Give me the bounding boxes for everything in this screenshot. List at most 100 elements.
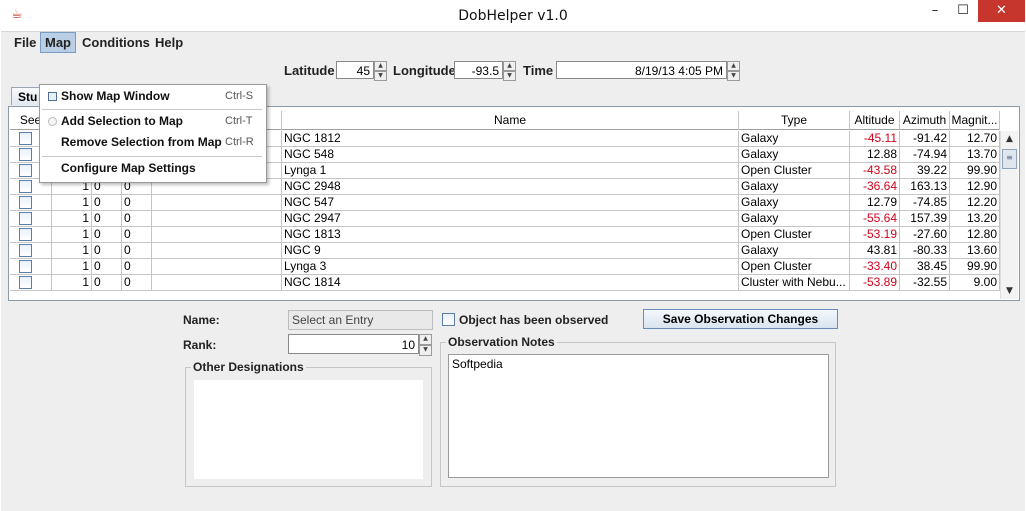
seen-checkbox[interactable] bbox=[19, 164, 32, 177]
cell-c1: 1 bbox=[52, 211, 92, 227]
cell-type: Cluster with Nebu... bbox=[739, 275, 850, 291]
observation-notes-group: Observation Notes Softpedia bbox=[440, 335, 836, 487]
cell-name: NGC 1813 bbox=[282, 227, 739, 243]
cell-c3: 0 bbox=[122, 259, 152, 275]
rank-input[interactable]: 10 bbox=[288, 334, 419, 354]
spin-down-icon[interactable]: ▼ bbox=[727, 71, 740, 81]
cell-type: Galaxy bbox=[739, 243, 850, 259]
menu-item-configure-map-settings[interactable]: Configure Map Settings bbox=[40, 158, 264, 180]
menu-separator bbox=[42, 156, 262, 157]
longitude-input[interactable]: -93.5 bbox=[454, 61, 503, 79]
menu-item-add-selection[interactable]: Add Selection to Map Ctrl-T bbox=[40, 111, 264, 133]
seen-checkbox[interactable] bbox=[19, 228, 32, 241]
cell-azimuth: -32.55 bbox=[900, 275, 950, 291]
cell-altitude: -43.58 bbox=[850, 163, 900, 179]
latitude-input[interactable]: 45 bbox=[336, 61, 374, 79]
cell-type: Galaxy bbox=[739, 211, 850, 227]
menu-item-label: Remove Selection from Map bbox=[61, 135, 222, 149]
cell-altitude: 12.88 bbox=[850, 147, 900, 163]
other-designations-list[interactable] bbox=[194, 380, 423, 479]
scroll-thumb[interactable]: ≡ bbox=[1002, 149, 1017, 169]
longitude-spinner[interactable]: ▲ ▼ bbox=[503, 61, 516, 81]
cell-altitude: -53.89 bbox=[850, 275, 900, 291]
column-header-type[interactable]: Type bbox=[739, 111, 850, 130]
radio-icon bbox=[48, 117, 57, 126]
table-row[interactable]: 1 0 0 Lynga 3 Open Cluster -33.40 38.45 99.90 bbox=[10, 259, 1000, 275]
cell-azimuth: -80.33 bbox=[900, 243, 950, 259]
menu-help[interactable]: Help bbox=[151, 33, 187, 52]
spin-up-icon[interactable]: ▲ bbox=[727, 61, 740, 71]
scroll-down-icon[interactable]: ▼ bbox=[1001, 283, 1018, 299]
time-spinner[interactable]: ▲ ▼ bbox=[727, 61, 740, 81]
time-input[interactable]: 8/19/13 4:05 PM bbox=[556, 61, 727, 79]
spin-up-icon[interactable]: ▲ bbox=[374, 61, 387, 71]
table-scrollbar[interactable]: ▲ ≡ ▼ bbox=[1000, 131, 1018, 299]
latitude-label: Latitude bbox=[284, 63, 335, 78]
menu-bar: File Map Conditions Help bbox=[1, 32, 1025, 53]
table-row[interactable]: 1 0 0 NGC 2947 Galaxy -55.64 157.39 13.20 bbox=[10, 211, 1000, 227]
menu-item-remove-selection[interactable]: Remove Selection from Map Ctrl-R bbox=[40, 132, 264, 154]
cell-azimuth: -91.42 bbox=[900, 131, 950, 147]
cell-name: NGC 1812 bbox=[282, 131, 739, 147]
spin-up-icon[interactable]: ▲ bbox=[503, 61, 516, 71]
cell-c1: 1 bbox=[52, 275, 92, 291]
menu-map[interactable]: Map bbox=[40, 32, 76, 53]
scroll-up-icon[interactable]: ▲ bbox=[1001, 131, 1018, 147]
rank-spinner[interactable]: ▲ ▼ bbox=[419, 334, 432, 356]
column-header-altitude[interactable]: Altitude bbox=[850, 111, 900, 130]
cell-magnitude: 99.90 bbox=[950, 163, 1000, 179]
seen-checkbox[interactable] bbox=[19, 276, 32, 289]
column-header-azimuth[interactable]: Azimuth bbox=[900, 111, 950, 130]
table-row[interactable]: 1 0 0 NGC 1813 Open Cluster -53.19 -27.60 12.80 bbox=[10, 227, 1000, 243]
seen-checkbox[interactable] bbox=[19, 180, 32, 193]
seen-checkbox[interactable] bbox=[19, 212, 32, 225]
cell-altitude: -53.19 bbox=[850, 227, 900, 243]
table-row[interactable]: 1 0 0 NGC 1814 Cluster with Nebu... -53.89 -32… bbox=[10, 275, 1000, 291]
maximize-button[interactable]: ☐ bbox=[950, 0, 976, 22]
rank-label: Rank: bbox=[183, 338, 217, 352]
checkbox-icon bbox=[48, 92, 57, 101]
spin-down-icon[interactable]: ▼ bbox=[503, 71, 516, 81]
menu-item-show-map-window[interactable]: Show Map Window Ctrl-S bbox=[40, 86, 264, 108]
spin-down-icon[interactable]: ▼ bbox=[419, 345, 432, 356]
seen-checkbox[interactable] bbox=[19, 132, 32, 145]
menu-file[interactable]: File bbox=[10, 33, 40, 52]
cell-magnitude: 12.20 bbox=[950, 195, 1000, 211]
cell-c3: 0 bbox=[122, 275, 152, 291]
column-header-magnitude[interactable]: Magnit... bbox=[950, 111, 1000, 130]
menu-conditions[interactable]: Conditions bbox=[78, 33, 154, 52]
cell-c2: 0 bbox=[92, 275, 122, 291]
cell-type: Galaxy bbox=[739, 147, 850, 163]
cell-magnitude: 13.70 bbox=[950, 147, 1000, 163]
cell-name: NGC 9 bbox=[282, 243, 739, 259]
seen-checkbox[interactable] bbox=[19, 148, 32, 161]
seen-checkbox[interactable] bbox=[19, 244, 32, 257]
cell-azimuth: 39.22 bbox=[900, 163, 950, 179]
observation-notes-textarea[interactable]: Softpedia bbox=[448, 354, 829, 478]
cell-altitude: -55.64 bbox=[850, 211, 900, 227]
other-designations-group: Other Designations bbox=[185, 360, 432, 487]
cell-name: Lynga 3 bbox=[282, 259, 739, 275]
cell-c1: 1 bbox=[52, 227, 92, 243]
cell-name: NGC 2947 bbox=[282, 211, 739, 227]
close-button[interactable]: ✕ bbox=[978, 0, 1025, 22]
cell-empty bbox=[152, 227, 282, 243]
table-row[interactable]: 1 0 0 NGC 9 Galaxy 43.81 -80.33 13.60 bbox=[10, 243, 1000, 259]
menu-item-label: Show Map Window bbox=[61, 89, 170, 103]
spin-down-icon[interactable]: ▼ bbox=[374, 71, 387, 81]
cell-c3: 0 bbox=[122, 195, 152, 211]
spin-up-icon[interactable]: ▲ bbox=[419, 334, 432, 345]
table-row[interactable]: 1 0 0 NGC 547 Galaxy 12.79 -74.85 12.20 bbox=[10, 195, 1000, 211]
menu-item-shortcut: Ctrl-T bbox=[225, 115, 253, 127]
observed-checkbox[interactable] bbox=[442, 313, 455, 326]
save-observation-button[interactable]: Save Observation Changes bbox=[643, 309, 838, 329]
latitude-spinner[interactable]: ▲ ▼ bbox=[374, 61, 387, 81]
column-header-name[interactable]: Name bbox=[282, 111, 739, 130]
cell-azimuth: -27.60 bbox=[900, 227, 950, 243]
other-designations-label: Other Designations bbox=[191, 360, 306, 374]
cell-magnitude: 13.20 bbox=[950, 211, 1000, 227]
seen-checkbox[interactable] bbox=[19, 196, 32, 209]
minimize-button[interactable]: – bbox=[922, 0, 948, 22]
cell-azimuth: -74.94 bbox=[900, 147, 950, 163]
seen-checkbox[interactable] bbox=[19, 260, 32, 273]
